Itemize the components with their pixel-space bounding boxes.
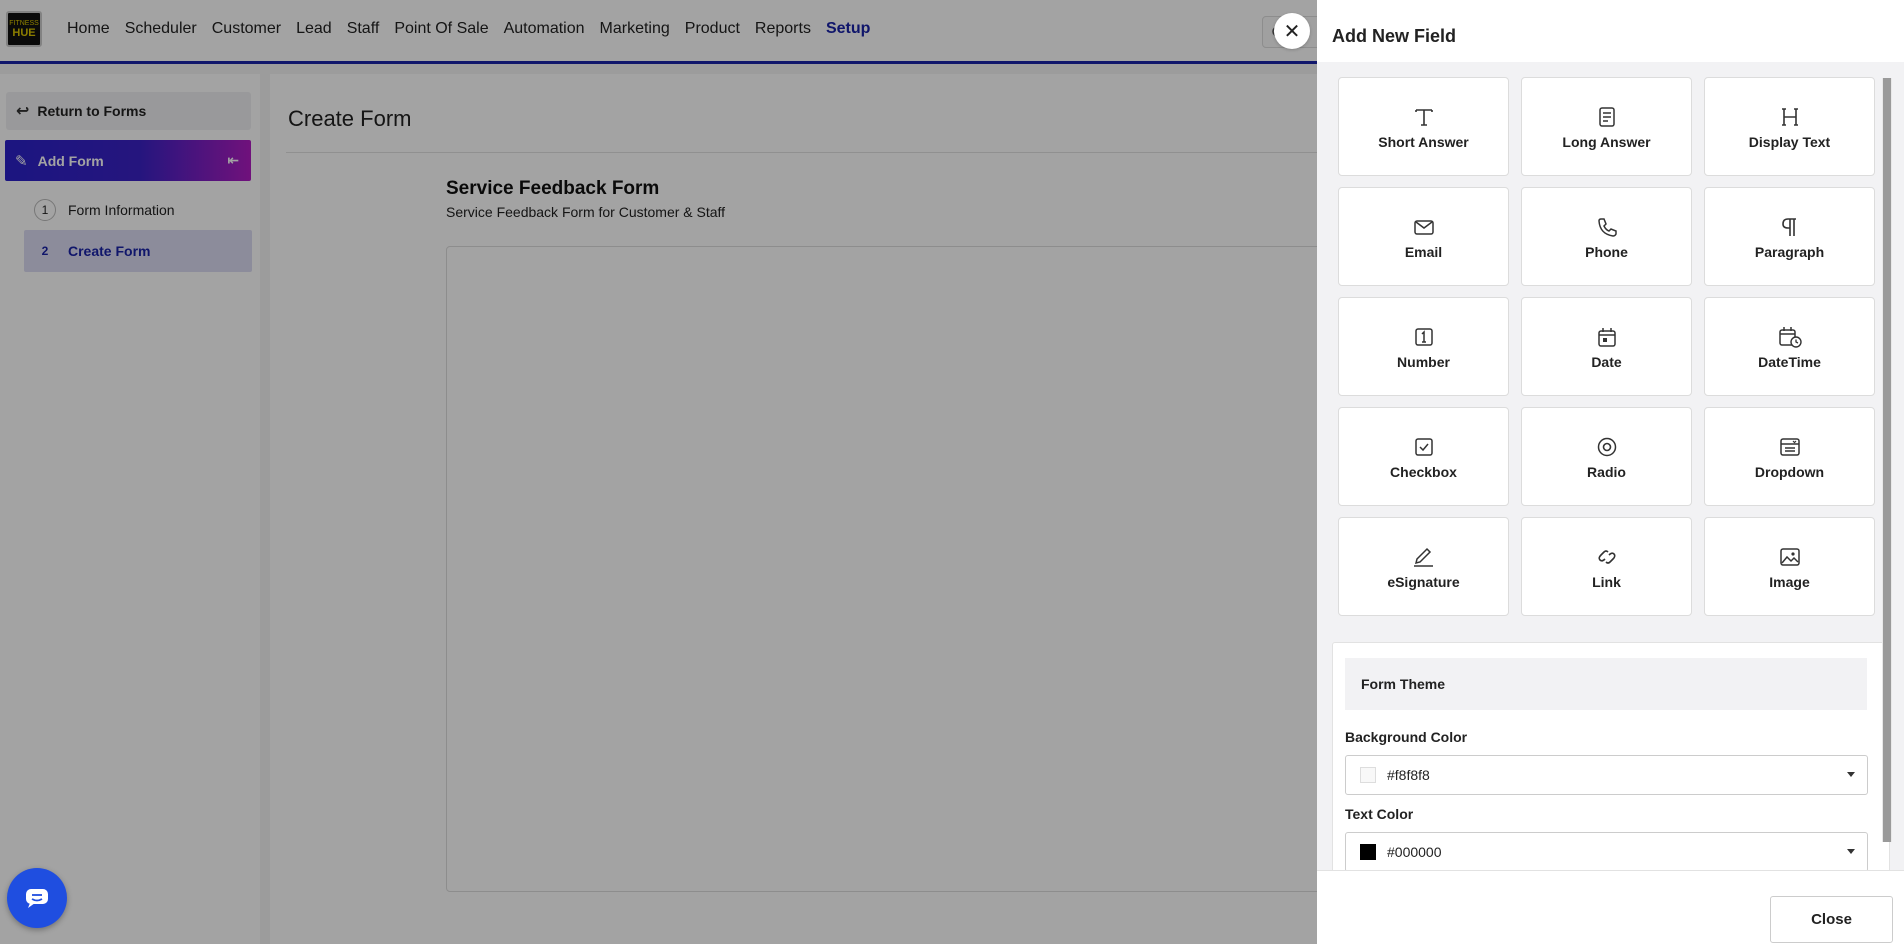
field-type-paragraph[interactable]: Paragraph	[1704, 187, 1875, 286]
radio-icon	[1594, 434, 1620, 460]
form-theme-section: Form Theme Background Color #f8f8f8 Text…	[1332, 642, 1890, 870]
calendar-icon	[1594, 324, 1620, 350]
text-color-swatch	[1360, 844, 1376, 860]
form-theme-heading: Form Theme	[1345, 658, 1867, 710]
field-type-phone[interactable]: Phone	[1521, 187, 1692, 286]
field-type-datetime[interactable]: DateTime	[1704, 297, 1875, 396]
number-one-icon	[1411, 324, 1437, 350]
checkbox-icon	[1411, 434, 1437, 460]
field-type-checkbox[interactable]: Checkbox	[1338, 407, 1509, 506]
image-icon	[1777, 544, 1803, 570]
field-type-label: Short Answer	[1378, 133, 1469, 150]
field-type-number[interactable]: Number	[1338, 297, 1509, 396]
field-type-email[interactable]: Email	[1338, 187, 1509, 286]
pilcrow-icon	[1777, 214, 1803, 240]
field-type-short-answer[interactable]: Short Answer	[1338, 77, 1509, 176]
heading-h-icon	[1777, 104, 1803, 130]
close-button[interactable]: Close	[1770, 896, 1893, 943]
field-type-label: Date	[1591, 353, 1622, 370]
background-color-swatch	[1360, 767, 1376, 783]
document-lines-icon	[1594, 104, 1620, 130]
field-type-label: eSignature	[1387, 573, 1460, 590]
envelope-icon	[1411, 214, 1437, 240]
drawer-footer: Close	[1317, 870, 1904, 944]
drawer-title: Add New Field	[1332, 26, 1457, 46]
background-color-value: #f8f8f8	[1387, 767, 1430, 783]
field-type-dropdown[interactable]: Dropdown	[1704, 407, 1875, 506]
drawer-scrollbar[interactable]	[1882, 78, 1892, 842]
field-type-label: Phone	[1585, 243, 1628, 260]
field-type-image[interactable]: Image	[1704, 517, 1875, 616]
field-type-display-text[interactable]: Display Text	[1704, 77, 1875, 176]
background-color-label: Background Color	[1345, 729, 1468, 745]
calendar-clock-icon	[1777, 324, 1803, 350]
chevron-down-icon	[1847, 849, 1855, 854]
dropdown-list-icon	[1777, 434, 1803, 460]
field-type-label: Number	[1397, 353, 1450, 370]
text-color-value: #000000	[1387, 844, 1442, 860]
field-type-long-answer[interactable]: Long Answer	[1521, 77, 1692, 176]
field-type-label: Email	[1404, 243, 1443, 260]
close-icon[interactable]: ✕	[1274, 13, 1310, 49]
field-type-grid: Short Answer Long Answer Display Text Em…	[1338, 77, 1875, 616]
field-type-label: Display Text	[1748, 133, 1831, 150]
field-type-date[interactable]: Date	[1521, 297, 1692, 396]
field-type-label: Radio	[1587, 463, 1626, 480]
field-type-esignature[interactable]: eSignature	[1338, 517, 1509, 616]
field-type-link[interactable]: Link	[1521, 517, 1692, 616]
link-icon	[1594, 544, 1620, 570]
chat-bubble-icon	[26, 889, 48, 908]
chevron-down-icon	[1847, 772, 1855, 777]
text-t-icon	[1411, 104, 1437, 130]
field-type-label: Paragraph	[1754, 243, 1825, 260]
text-color-label: Text Color	[1345, 806, 1414, 822]
field-type-radio[interactable]: Radio	[1521, 407, 1692, 506]
drawer-body: Short Answer Long Answer Display Text Em…	[1317, 62, 1904, 870]
phone-icon	[1594, 214, 1620, 240]
field-type-label: DateTime	[1758, 353, 1821, 370]
field-type-label: Link	[1592, 573, 1621, 590]
field-type-label: Dropdown	[1754, 463, 1825, 480]
text-color-select[interactable]: #000000	[1345, 832, 1868, 870]
pen-icon	[1411, 544, 1437, 570]
field-type-label: Checkbox	[1390, 463, 1457, 480]
scrollbar-thumb[interactable]	[1883, 78, 1891, 842]
drawer-header: Add New Field	[1317, 4, 1904, 62]
chat-button[interactable]	[7, 868, 67, 928]
field-type-label: Long Answer	[1562, 133, 1651, 150]
background-color-select[interactable]: #f8f8f8	[1345, 755, 1868, 795]
add-new-field-drawer: Add New Field Short Answer Long Answer D	[1317, 0, 1904, 944]
field-type-label: Image	[1769, 573, 1810, 590]
